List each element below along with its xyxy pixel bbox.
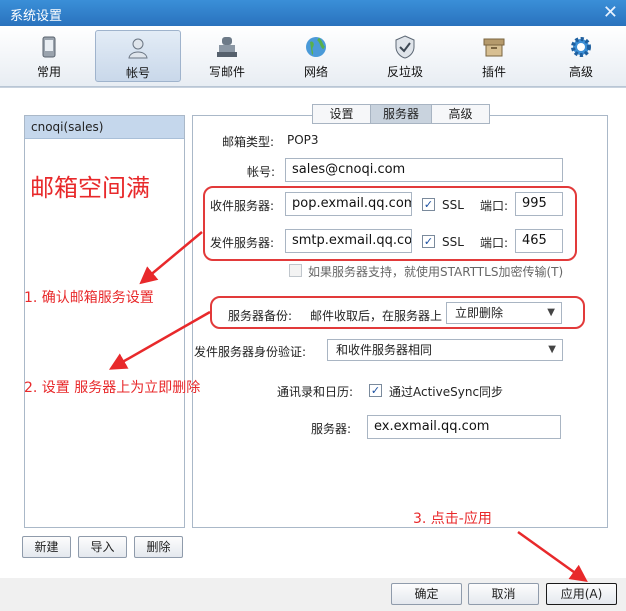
- toolbar-label: 反垃圾: [386, 65, 423, 79]
- server-settings-highlight: [203, 186, 577, 261]
- user-icon: [128, 38, 148, 59]
- toolbar-item-plugins[interactable]: 插件: [451, 30, 537, 82]
- activesync-label: 通过ActiveSync同步: [389, 385, 504, 399]
- activesync-checkbox[interactable]: ✓: [369, 384, 382, 397]
- toolbar-item-advanced[interactable]: 高级: [538, 30, 624, 82]
- toolbar-label: 插件: [481, 65, 506, 79]
- cancel-button[interactable]: 取消: [468, 583, 539, 605]
- toolbar-item-antispam[interactable]: 反垃圾: [362, 30, 448, 82]
- tab-server[interactable]: 服务器: [370, 104, 432, 124]
- apply-button[interactable]: 应用(A): [546, 583, 617, 605]
- toolbar-label: 常用: [36, 65, 61, 79]
- annotation-step-2: 2. 设置 服务器上为立即删除: [24, 380, 201, 396]
- title-bar: 系统设置 ✕: [0, 0, 626, 26]
- toolbar-label: 高级: [568, 65, 593, 79]
- toolbar-label: 帐号: [125, 66, 150, 80]
- ok-button[interactable]: 确定: [391, 583, 462, 605]
- contacts-label: 通讯录和日历:: [277, 385, 354, 399]
- stamp-icon: [217, 37, 237, 57]
- close-icon[interactable]: ✕: [603, 2, 618, 23]
- toolbar-item-account[interactable]: 帐号: [95, 30, 181, 82]
- new-account-button[interactable]: 新建: [22, 536, 71, 558]
- phone-icon: [42, 36, 56, 58]
- backup-highlight: [210, 296, 585, 329]
- tab-advanced[interactable]: 高级: [431, 104, 490, 124]
- box-icon: [483, 38, 505, 57]
- window-title: 系统设置: [10, 9, 63, 24]
- toolbar-label: 网络: [303, 65, 328, 79]
- mailbox-type-value: POP3: [287, 133, 319, 147]
- annotation-step-3: 3. 点击-应用: [413, 511, 492, 527]
- toolbar-label: 写邮件: [208, 65, 245, 79]
- chevron-down-icon: ▼: [548, 344, 556, 355]
- account-item[interactable]: cnoqi(sales): [25, 116, 184, 139]
- annotation-mailbox-full: 邮箱空间满: [30, 174, 150, 202]
- toolbar-item-general[interactable]: 常用: [6, 30, 92, 82]
- starttls-label: 如果服务器支持，就使用STARTTLS加密传输(T): [308, 265, 564, 279]
- toolbar-item-compose[interactable]: 写邮件: [184, 30, 270, 82]
- account-input[interactable]: sales@cnoqi.com: [285, 158, 563, 182]
- tab-settings[interactable]: 设置: [312, 104, 371, 124]
- shield-icon: [395, 35, 415, 59]
- starttls-checkbox[interactable]: [289, 264, 302, 277]
- toolbar-item-network[interactable]: 网络: [273, 30, 359, 82]
- annotation-step-1: 1. 确认邮箱服务设置: [24, 290, 154, 306]
- delete-account-button[interactable]: 删除: [134, 536, 183, 558]
- globe-icon: [306, 37, 326, 57]
- gear-icon: [571, 37, 591, 57]
- activesync-server-label: 服务器:: [311, 422, 352, 436]
- activesync-server-input[interactable]: ex.exmail.qq.com: [367, 415, 561, 439]
- auth-select[interactable]: 和收件服务器相同 ▼: [327, 339, 563, 361]
- import-account-button[interactable]: 导入: [78, 536, 127, 558]
- account-label: 帐号:: [247, 165, 276, 179]
- toolbar: 常用 帐号 写邮件 网络 反垃圾 插件 高级: [0, 26, 626, 87]
- mailbox-type-label: 邮箱类型:: [222, 135, 275, 149]
- auth-label: 发件服务器身份验证:: [194, 345, 307, 359]
